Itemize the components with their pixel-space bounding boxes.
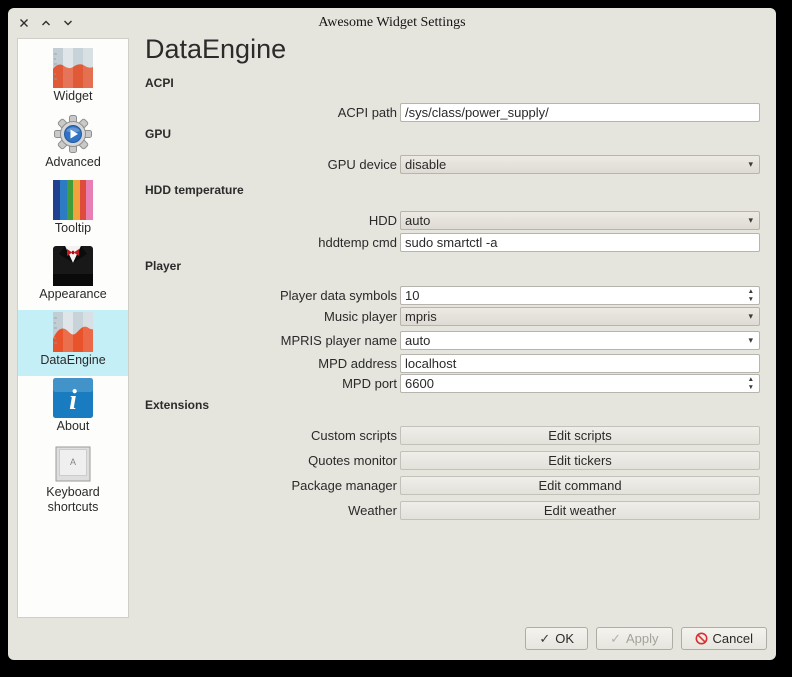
window-title: Awesome Widget Settings — [8, 8, 776, 38]
edit-scripts-button[interactable]: Edit scripts — [400, 426, 760, 445]
form-row-acpi-path: ACPI path — [145, 103, 760, 122]
sidebar-item-about[interactable]: i About — [18, 376, 128, 442]
acpi-path-input[interactable] — [401, 104, 759, 121]
apply-button-label: Apply — [626, 631, 659, 646]
sidebar-item-appearance[interactable]: Appearance — [18, 244, 128, 310]
area-chart-orange-icon — [53, 312, 93, 352]
sidebar-item-label: Tooltip — [55, 221, 91, 236]
acpi-path-input-wrap — [400, 103, 760, 122]
section-header-player: Player — [145, 259, 181, 273]
spinner-arrows-icon[interactable]: ▲▼ — [748, 288, 759, 302]
mpd-port-spinbox[interactable]: 6600 ▲▼ — [400, 374, 760, 393]
sidebar-item-keyboard-shortcuts[interactable]: A Keyboard shortcuts — [18, 442, 128, 526]
sidebar: Widget — [17, 38, 129, 618]
apply-button[interactable]: ✓ Apply — [596, 627, 672, 650]
edit-tickers-button[interactable]: Edit tickers — [400, 451, 760, 470]
package-manager-label: Package manager — [145, 478, 400, 493]
mpd-port-label: MPD port — [145, 376, 400, 391]
check-icon: ✓ — [610, 632, 621, 645]
hddtemp-cmd-input-wrap — [400, 233, 760, 252]
cancel-button[interactable]: Cancel — [681, 627, 767, 650]
spinner-arrows-icon[interactable]: ▲▼ — [748, 376, 759, 390]
hdd-value: auto — [401, 213, 748, 228]
form-row-mpd-address: MPD address — [145, 354, 760, 373]
section-header-acpi: ACPI — [145, 76, 174, 90]
form-row-package-manager: Package manager Edit command — [145, 476, 760, 495]
quotes-monitor-label: Quotes monitor — [145, 453, 400, 468]
mpris-player-name-value: auto — [401, 333, 748, 348]
section-header-extensions: Extensions — [145, 398, 209, 412]
sidebar-item-label: Widget — [54, 89, 93, 104]
form-row-player-data-symbols: Player data symbols 10 ▲▼ — [145, 286, 760, 305]
music-player-value: mpris — [401, 309, 748, 324]
gpu-device-label: GPU device — [145, 157, 400, 172]
sidebar-item-tooltip[interactable]: Tooltip — [18, 178, 128, 244]
acpi-path-label: ACPI path — [145, 105, 400, 120]
chevron-down-icon: ▾ — [748, 216, 759, 225]
form-row-gpu-device: GPU device disable ▾ — [145, 155, 760, 174]
gpu-device-value: disable — [401, 157, 748, 172]
music-player-select[interactable]: mpris ▾ — [400, 307, 760, 326]
form-row-mpd-port: MPD port 6600 ▲▼ — [145, 374, 760, 393]
player-data-symbols-spinbox[interactable]: 10 ▲▼ — [400, 286, 760, 305]
chevron-down-icon: ▾ — [748, 336, 759, 345]
mpris-player-name-label: MPRIS player name — [145, 333, 400, 348]
dialog-button-box: ✓ OK ✓ Apply Cancel — [525, 627, 767, 650]
tuxedo-icon — [53, 246, 93, 286]
page-title: DataEngine — [145, 34, 286, 65]
player-data-symbols-label: Player data symbols — [145, 288, 400, 303]
color-stripes-icon — [53, 180, 93, 220]
area-chart-icon — [53, 48, 93, 88]
mpd-address-input[interactable] — [401, 355, 759, 372]
sidebar-item-widget[interactable]: Widget — [18, 46, 128, 112]
form-row-mpris-player-name: MPRIS player name auto ▾ — [145, 331, 760, 350]
mpd-address-label: MPD address — [145, 356, 400, 371]
titlebar: Awesome Widget Settings — [8, 8, 776, 38]
keyboard-key-icon: A — [53, 444, 93, 484]
sidebar-item-label: Appearance — [39, 287, 106, 302]
chevron-down-icon: ▾ — [748, 160, 759, 169]
mpd-address-input-wrap — [400, 354, 760, 373]
check-icon: ✓ — [539, 632, 550, 645]
custom-scripts-label: Custom scripts — [145, 428, 400, 443]
prohibition-icon — [695, 632, 708, 645]
weather-label: Weather — [145, 503, 400, 518]
sidebar-item-label: About — [57, 419, 90, 434]
settings-window: Awesome Widget Settings Widget — [8, 8, 776, 660]
form-row-quotes-monitor: Quotes monitor Edit tickers — [145, 451, 760, 470]
mpris-player-name-combobox[interactable]: auto ▾ — [400, 331, 760, 350]
music-player-label: Music player — [145, 309, 400, 324]
section-header-hdd-temperature: HDD temperature — [145, 183, 244, 197]
mpd-port-value: 6600 — [401, 376, 748, 391]
svg-text:i: i — [69, 385, 77, 416]
form-row-music-player: Music player mpris ▾ — [145, 307, 760, 326]
hddtemp-cmd-label: hddtemp cmd — [145, 235, 400, 250]
ok-button-label: OK — [555, 631, 574, 646]
hdd-select[interactable]: auto ▾ — [400, 211, 760, 230]
hdd-label: HDD — [145, 213, 400, 228]
form-row-weather: Weather Edit weather — [145, 501, 760, 520]
sidebar-item-label: Advanced — [45, 155, 101, 170]
svg-text:A: A — [70, 457, 76, 467]
gear-media-icon — [53, 114, 93, 154]
sidebar-item-dataengine[interactable]: DataEngine — [18, 310, 128, 376]
hddtemp-cmd-input[interactable] — [401, 234, 759, 251]
form-row-hddtemp-cmd: hddtemp cmd — [145, 233, 760, 252]
player-data-symbols-value: 10 — [401, 288, 748, 303]
sidebar-item-advanced[interactable]: Advanced — [18, 112, 128, 178]
info-icon: i — [53, 378, 93, 418]
ok-button[interactable]: ✓ OK — [525, 627, 588, 650]
gpu-device-select[interactable]: disable ▾ — [400, 155, 760, 174]
sidebar-item-label: Keyboard shortcuts — [27, 485, 119, 515]
edit-command-button[interactable]: Edit command — [400, 476, 760, 495]
chevron-down-icon: ▾ — [748, 312, 759, 321]
cancel-button-label: Cancel — [713, 631, 753, 646]
form-row-custom-scripts: Custom scripts Edit scripts — [145, 426, 760, 445]
edit-weather-button[interactable]: Edit weather — [400, 501, 760, 520]
sidebar-item-label: DataEngine — [40, 353, 105, 368]
form-row-hdd: HDD auto ▾ — [145, 211, 760, 230]
section-header-gpu: GPU — [145, 127, 171, 141]
